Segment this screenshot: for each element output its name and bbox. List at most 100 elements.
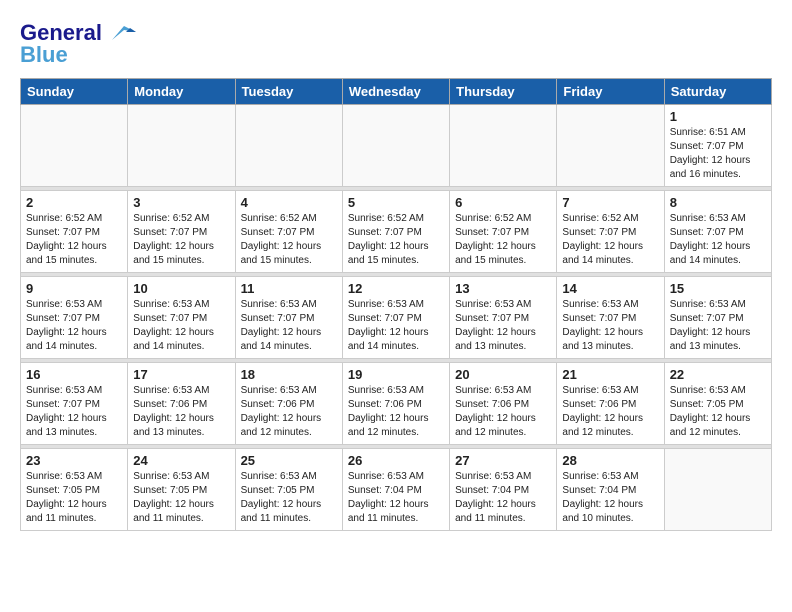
logo-bird-icon bbox=[104, 22, 136, 44]
day-info: Sunrise: 6:52 AM Sunset: 7:07 PM Dayligh… bbox=[26, 212, 122, 268]
day-info: Sunrise: 6:53 AM Sunset: 7:04 PM Dayligh… bbox=[562, 470, 658, 526]
day-number: 1 bbox=[670, 109, 766, 124]
day-info: Sunrise: 6:53 AM Sunset: 7:07 PM Dayligh… bbox=[26, 384, 122, 440]
day-info: Sunrise: 6:53 AM Sunset: 7:07 PM Dayligh… bbox=[670, 298, 766, 354]
calendar-week-3: 9 Sunrise: 6:53 AM Sunset: 7:07 PM Daylig… bbox=[21, 277, 772, 359]
day-info: Sunrise: 6:53 AM Sunset: 7:06 PM Dayligh… bbox=[455, 384, 551, 440]
calendar-cell: 5 Sunrise: 6:52 AM Sunset: 7:07 PM Daylig… bbox=[342, 191, 449, 273]
calendar-cell: 1 Sunrise: 6:51 AM Sunset: 7:07 PM Daylig… bbox=[664, 105, 771, 187]
calendar-cell: 26 Sunrise: 6:53 AM Sunset: 7:04 PM Dayli… bbox=[342, 449, 449, 531]
calendar-cell: 4 Sunrise: 6:52 AM Sunset: 7:07 PM Daylig… bbox=[235, 191, 342, 273]
day-info: Sunrise: 6:53 AM Sunset: 7:04 PM Dayligh… bbox=[348, 470, 444, 526]
calendar-cell bbox=[557, 105, 664, 187]
day-number: 15 bbox=[670, 281, 766, 296]
day-number: 18 bbox=[241, 367, 337, 382]
day-number: 13 bbox=[455, 281, 551, 296]
day-number: 19 bbox=[348, 367, 444, 382]
calendar-week-4: 16Sunrise: 6:53 AM Sunset: 7:07 PM Dayli… bbox=[21, 363, 772, 445]
calendar-cell: 24 Sunrise: 6:53 AM Sunset: 7:05 PM Dayli… bbox=[128, 449, 235, 531]
calendar-cell: 7 Sunrise: 6:52 AM Sunset: 7:07 PM Daylig… bbox=[557, 191, 664, 273]
day-info: Sunrise: 6:53 AM Sunset: 7:06 PM Dayligh… bbox=[348, 384, 444, 440]
day-number: 25 bbox=[241, 453, 337, 468]
calendar-cell: 15 Sunrise: 6:53 AM Sunset: 7:07 PM Dayli… bbox=[664, 277, 771, 359]
logo: General Blue bbox=[20, 20, 136, 68]
day-number: 21 bbox=[562, 367, 658, 382]
day-number: 14 bbox=[562, 281, 658, 296]
calendar-cell: 19 Sunrise: 6:53 AM Sunset: 7:06 PM Dayli… bbox=[342, 363, 449, 445]
calendar-cell: 13 Sunrise: 6:53 AM Sunset: 7:07 PM Dayli… bbox=[450, 277, 557, 359]
calendar-cell: 17 Sunrise: 6:53 AM Sunset: 7:06 PM Dayli… bbox=[128, 363, 235, 445]
calendar-week-2: 2Sunrise: 6:52 AM Sunset: 7:07 PM Daylig… bbox=[21, 191, 772, 273]
day-info: Sunrise: 6:53 AM Sunset: 7:06 PM Dayligh… bbox=[133, 384, 229, 440]
calendar-cell: 16Sunrise: 6:53 AM Sunset: 7:07 PM Dayli… bbox=[21, 363, 128, 445]
day-info: Sunrise: 6:53 AM Sunset: 7:06 PM Dayligh… bbox=[562, 384, 658, 440]
calendar-cell bbox=[450, 105, 557, 187]
day-number: 27 bbox=[455, 453, 551, 468]
calendar-cell: 8 Sunrise: 6:53 AM Sunset: 7:07 PM Daylig… bbox=[664, 191, 771, 273]
calendar-cell: 10 Sunrise: 6:53 AM Sunset: 7:07 PM Dayli… bbox=[128, 277, 235, 359]
calendar-cell: 2Sunrise: 6:52 AM Sunset: 7:07 PM Daylig… bbox=[21, 191, 128, 273]
calendar-table: SundayMondayTuesdayWednesdayThursdayFrid… bbox=[20, 78, 772, 531]
calendar-cell bbox=[21, 105, 128, 187]
day-info: Sunrise: 6:53 AM Sunset: 7:06 PM Dayligh… bbox=[241, 384, 337, 440]
day-number: 7 bbox=[562, 195, 658, 210]
day-number: 24 bbox=[133, 453, 229, 468]
day-info: Sunrise: 6:53 AM Sunset: 7:07 PM Dayligh… bbox=[241, 298, 337, 354]
calendar-cell: 11 Sunrise: 6:53 AM Sunset: 7:07 PM Dayli… bbox=[235, 277, 342, 359]
calendar-cell: 20 Sunrise: 6:53 AM Sunset: 7:06 PM Dayli… bbox=[450, 363, 557, 445]
calendar-week-1: 1 Sunrise: 6:51 AM Sunset: 7:07 PM Daylig… bbox=[21, 105, 772, 187]
day-number: 8 bbox=[670, 195, 766, 210]
day-number: 17 bbox=[133, 367, 229, 382]
day-info: Sunrise: 6:53 AM Sunset: 7:07 PM Dayligh… bbox=[133, 298, 229, 354]
day-number: 12 bbox=[348, 281, 444, 296]
day-info: Sunrise: 6:52 AM Sunset: 7:07 PM Dayligh… bbox=[455, 212, 551, 268]
day-number: 26 bbox=[348, 453, 444, 468]
day-number: 28 bbox=[562, 453, 658, 468]
calendar-cell: 18 Sunrise: 6:53 AM Sunset: 7:06 PM Dayli… bbox=[235, 363, 342, 445]
calendar-cell: 28 Sunrise: 6:53 AM Sunset: 7:04 PM Dayli… bbox=[557, 449, 664, 531]
day-info: Sunrise: 6:53 AM Sunset: 7:07 PM Dayligh… bbox=[26, 298, 122, 354]
weekday-header-wednesday: Wednesday bbox=[342, 79, 449, 105]
calendar-cell: 25 Sunrise: 6:53 AM Sunset: 7:05 PM Dayli… bbox=[235, 449, 342, 531]
day-number: 5 bbox=[348, 195, 444, 210]
day-info: Sunrise: 6:52 AM Sunset: 7:07 PM Dayligh… bbox=[562, 212, 658, 268]
calendar-cell: 12 Sunrise: 6:53 AM Sunset: 7:07 PM Dayli… bbox=[342, 277, 449, 359]
day-info: Sunrise: 6:53 AM Sunset: 7:05 PM Dayligh… bbox=[133, 470, 229, 526]
day-number: 23 bbox=[26, 453, 122, 468]
day-info: Sunrise: 6:53 AM Sunset: 7:05 PM Dayligh… bbox=[241, 470, 337, 526]
day-number: 11 bbox=[241, 281, 337, 296]
day-number: 10 bbox=[133, 281, 229, 296]
day-info: Sunrise: 6:51 AM Sunset: 7:07 PM Dayligh… bbox=[670, 126, 766, 182]
day-number: 20 bbox=[455, 367, 551, 382]
calendar-cell bbox=[342, 105, 449, 187]
weekday-header-thursday: Thursday bbox=[450, 79, 557, 105]
day-info: Sunrise: 6:52 AM Sunset: 7:07 PM Dayligh… bbox=[241, 212, 337, 268]
day-info: Sunrise: 6:53 AM Sunset: 7:07 PM Dayligh… bbox=[670, 212, 766, 268]
calendar-cell bbox=[128, 105, 235, 187]
calendar-cell: 22 Sunrise: 6:53 AM Sunset: 7:05 PM Dayli… bbox=[664, 363, 771, 445]
calendar-cell bbox=[235, 105, 342, 187]
weekday-header-monday: Monday bbox=[128, 79, 235, 105]
weekday-header-friday: Friday bbox=[557, 79, 664, 105]
day-info: Sunrise: 6:53 AM Sunset: 7:04 PM Dayligh… bbox=[455, 470, 551, 526]
weekday-header-sunday: Sunday bbox=[21, 79, 128, 105]
day-number: 3 bbox=[133, 195, 229, 210]
logo-blue: Blue bbox=[20, 42, 68, 68]
day-info: Sunrise: 6:53 AM Sunset: 7:07 PM Dayligh… bbox=[348, 298, 444, 354]
day-number: 9 bbox=[26, 281, 122, 296]
calendar-week-5: 23 Sunrise: 6:53 AM Sunset: 7:05 PM Dayli… bbox=[21, 449, 772, 531]
day-info: Sunrise: 6:53 AM Sunset: 7:05 PM Dayligh… bbox=[670, 384, 766, 440]
day-info: Sunrise: 6:52 AM Sunset: 7:07 PM Dayligh… bbox=[348, 212, 444, 268]
day-number: 6 bbox=[455, 195, 551, 210]
calendar-cell: 3 Sunrise: 6:52 AM Sunset: 7:07 PM Daylig… bbox=[128, 191, 235, 273]
weekday-header-saturday: Saturday bbox=[664, 79, 771, 105]
calendar-cell: 21 Sunrise: 6:53 AM Sunset: 7:06 PM Dayli… bbox=[557, 363, 664, 445]
weekday-header-tuesday: Tuesday bbox=[235, 79, 342, 105]
day-info: Sunrise: 6:53 AM Sunset: 7:07 PM Dayligh… bbox=[562, 298, 658, 354]
calendar-cell: 23 Sunrise: 6:53 AM Sunset: 7:05 PM Dayli… bbox=[21, 449, 128, 531]
day-number: 4 bbox=[241, 195, 337, 210]
day-info: Sunrise: 6:53 AM Sunset: 7:05 PM Dayligh… bbox=[26, 470, 122, 526]
day-number: 22 bbox=[670, 367, 766, 382]
day-info: Sunrise: 6:52 AM Sunset: 7:07 PM Dayligh… bbox=[133, 212, 229, 268]
day-info: Sunrise: 6:53 AM Sunset: 7:07 PM Dayligh… bbox=[455, 298, 551, 354]
